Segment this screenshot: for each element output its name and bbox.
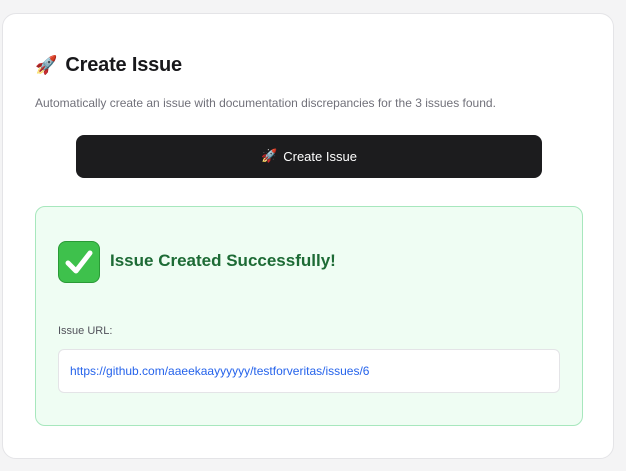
issue-url-link[interactable]: https://github.com/aaeekaayyyyyy/testfor…	[70, 364, 369, 378]
rocket-icon: 🚀	[35, 54, 58, 76]
rocket-icon: 🚀	[261, 149, 278, 164]
success-title: Issue Created Successfully!	[110, 251, 336, 270]
issue-url-field: https://github.com/aaeekaayyyyyy/testfor…	[58, 349, 560, 393]
issue-url-label: Issue URL:	[58, 325, 113, 337]
panel-title: Create Issue	[65, 54, 182, 76]
check-mark-icon	[58, 241, 100, 283]
panel-description: Automatically create an issue with docum…	[35, 96, 496, 110]
create-issue-button-label: Create Issue	[283, 149, 357, 164]
panel-header: 🚀 Create Issue	[35, 54, 182, 77]
create-issue-button[interactable]: 🚀 Create Issue	[76, 135, 542, 178]
create-issue-panel: 🚀 Create Issue Automatically create an i…	[2, 13, 614, 459]
success-panel: Issue Created Successfully! Issue URL: h…	[35, 206, 583, 426]
